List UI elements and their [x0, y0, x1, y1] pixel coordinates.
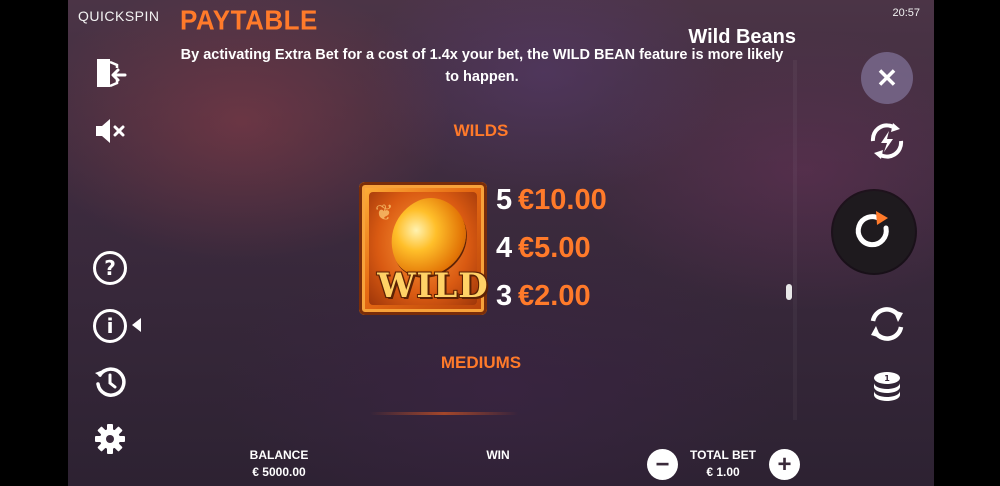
- paytable-title: PAYTABLE: [180, 4, 318, 36]
- symbol-frame-edge: [370, 412, 518, 415]
- payout-amount: €2.00: [518, 279, 591, 312]
- increase-bet-button[interactable]: +: [769, 449, 800, 480]
- autoplay-icon: [870, 307, 904, 341]
- payout-count: 5: [496, 183, 513, 216]
- wild-symbol-label: WILD: [377, 266, 489, 306]
- game-screen: QUICKSPIN 20:57 ? i PAYTABLE Wild Beans …: [68, 0, 934, 486]
- decrease-bet-button[interactable]: −: [647, 449, 678, 480]
- exit-icon[interactable]: [92, 55, 128, 91]
- payout-row: 5 €10.00: [496, 176, 607, 224]
- info-icon: i: [93, 309, 127, 343]
- balance-value: € 5000.00: [252, 465, 306, 479]
- device-bezel-left: [0, 0, 68, 486]
- swirl-ornament-icon: ❦: [375, 200, 394, 225]
- active-indicator-arrow: [132, 318, 141, 332]
- win-label: WIN: [486, 448, 510, 462]
- extra-bet-description: By activating Extra Bet for a cost of 1.…: [180, 47, 784, 85]
- close-icon: ✕: [876, 62, 898, 93]
- help-icon: ?: [93, 251, 127, 285]
- spin-icon: [855, 211, 889, 248]
- brand-logo: QUICKSPIN: [78, 8, 160, 24]
- payout-row: 3 €2.00: [496, 272, 607, 320]
- autoplay-button[interactable]: [863, 300, 911, 348]
- scrollbar-thumb[interactable]: [786, 284, 792, 300]
- turbo-lightning-icon: [870, 123, 904, 159]
- payout-count: 4: [496, 231, 513, 264]
- clock: 20:57: [892, 7, 920, 19]
- wild-payout-list: 5 €10.00 4 €5.00 3 €2.00: [496, 176, 607, 320]
- payout-amount: €5.00: [518, 231, 591, 264]
- section-heading-mediums: MEDIUMS: [440, 353, 522, 372]
- section-heading-wilds: WILDS: [453, 121, 509, 140]
- info-button[interactable]: i: [92, 308, 141, 344]
- spin-button[interactable]: [833, 191, 915, 273]
- total-bet-value: € 1.00: [706, 465, 740, 479]
- turbo-button[interactable]: [863, 117, 911, 165]
- payout-count: 3: [496, 279, 513, 312]
- balance-label: BALANCE: [249, 448, 309, 462]
- plus-icon: +: [777, 450, 792, 478]
- total-bet-label: TOTAL BET: [690, 448, 756, 462]
- device-bezel-right: [934, 0, 1000, 486]
- close-button[interactable]: ✕: [861, 52, 913, 104]
- scrollbar-track[interactable]: [793, 60, 797, 420]
- svg-text:1: 1: [884, 374, 890, 383]
- minus-icon: −: [655, 450, 670, 478]
- settings-gear-icon[interactable]: [92, 421, 128, 457]
- wild-symbol-background: ❦ WILD: [369, 186, 488, 306]
- wild-bean-icon: ❦ WILD: [359, 182, 488, 315]
- bet-settings-button[interactable]: 1: [866, 366, 908, 408]
- payout-amount: €10.00: [518, 183, 607, 216]
- payout-row: 4 €5.00: [496, 224, 607, 272]
- help-button[interactable]: ?: [92, 250, 128, 286]
- sound-muted-icon[interactable]: [92, 113, 128, 149]
- coins-icon: 1: [874, 372, 900, 401]
- history-icon[interactable]: [92, 364, 128, 400]
